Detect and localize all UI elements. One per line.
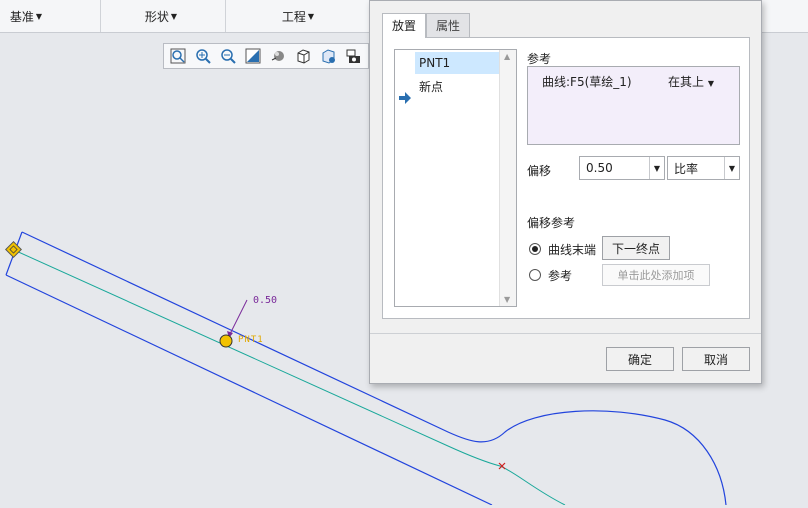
camera-button[interactable] xyxy=(342,46,364,66)
view-manager-button[interactable] xyxy=(317,46,339,66)
repaint-icon xyxy=(245,48,261,64)
placement-panel: PNT1 新点 ▲ ▼ 参考 曲线:F5(草绘_1) 在其上 ▼ 偏移 0.50… xyxy=(382,37,750,319)
saved-orientation-button[interactable] xyxy=(292,46,314,66)
datum-point-pnt1 xyxy=(219,334,233,348)
next-endpoint-button[interactable]: 下一终点 xyxy=(602,236,670,260)
cancel-button[interactable]: 取消 xyxy=(682,347,750,371)
offset-type-select[interactable]: 比率 ▼ xyxy=(667,156,740,180)
zoom-out-button[interactable] xyxy=(217,46,239,66)
reference-constraint[interactable]: 在其上 ▼ xyxy=(668,73,714,90)
ribbon-group-datum[interactable]: 基准 ▼ xyxy=(0,0,52,32)
constraint-value: 在其上 xyxy=(668,75,705,89)
ribbon-group-engineering[interactable]: 工程 ▼ xyxy=(262,0,334,32)
view-manager-icon xyxy=(322,49,335,64)
dimension-text[interactable]: 0.50 xyxy=(253,295,277,306)
offset-type: 比率 xyxy=(674,161,699,176)
reference-item[interactable]: 曲线:F5(草绘_1) xyxy=(542,73,632,90)
dropdown-arrow-icon: ▼ xyxy=(649,157,664,179)
offset-reference-label: 偏移参考 xyxy=(527,216,576,230)
offset-value: 0.50 xyxy=(586,161,613,175)
zoom-out-icon xyxy=(221,49,236,64)
curve-start-marker xyxy=(5,241,22,258)
curve-end-label: 曲线末端 xyxy=(548,243,597,257)
tab-placement[interactable]: 放置 xyxy=(382,13,426,38)
refit-button[interactable] xyxy=(167,46,189,66)
tab-properties[interactable]: 属性 xyxy=(426,13,470,37)
ribbon-group-label: 基准 xyxy=(9,9,34,24)
ribbon-group-shapes[interactable]: 形状 ▼ xyxy=(125,0,197,32)
reference-collector[interactable]: 曲线:F5(草绘_1) 在其上 ▼ xyxy=(527,66,740,145)
point-list[interactable]: PNT1 新点 ▲ ▼ xyxy=(394,49,517,307)
list-item-pnt1[interactable]: PNT1 xyxy=(415,52,501,74)
point-label: PNT1 xyxy=(238,335,264,345)
ribbon-group-label: 工程 xyxy=(281,9,306,24)
display-style-icon xyxy=(271,51,284,61)
zoom-in-icon xyxy=(196,49,211,64)
reference-option-label: 参考 xyxy=(548,269,573,283)
repaint-button[interactable] xyxy=(242,46,264,66)
list-item-new-point[interactable]: 新点 xyxy=(415,76,501,98)
arrow-right-icon xyxy=(399,92,411,104)
scroll-down-icon[interactable]: ▼ xyxy=(504,295,510,304)
radio-curve-end[interactable] xyxy=(529,243,541,255)
dropdown-arrow-icon: ▼ xyxy=(170,11,178,21)
camera-icon xyxy=(346,49,360,63)
dropdown-arrow-icon: ▼ xyxy=(35,11,43,21)
graphics-toolbar xyxy=(163,43,369,69)
scroll-up-icon[interactable]: ▲ xyxy=(504,52,510,61)
add-item-button[interactable]: 单击此处添加项 xyxy=(602,264,710,286)
datum-point-dialog: 放置 属性 PNT1 新点 ▲ ▼ 参考 曲线:F5(草绘_1) 在其上 ▼ 偏… xyxy=(369,0,762,384)
offset-label: 偏移 xyxy=(527,164,552,178)
offset-value-combo[interactable]: 0.50 ▼ xyxy=(579,156,665,180)
reference-label: 参考 xyxy=(527,52,552,66)
dropdown-arrow-icon: ▼ xyxy=(707,79,714,88)
dropdown-arrow-icon: ▼ xyxy=(724,157,739,179)
dropdown-arrow-icon: ▼ xyxy=(307,11,315,21)
dialog-divider xyxy=(370,333,761,334)
dimension-leader xyxy=(228,299,248,337)
ribbon-group-label: 形状 xyxy=(144,9,169,24)
saved-orientation-icon xyxy=(297,49,310,64)
refit-icon xyxy=(170,48,186,64)
ok-button[interactable]: 确定 xyxy=(606,347,674,371)
radio-reference[interactable] xyxy=(529,269,541,281)
zoom-in-button[interactable] xyxy=(192,46,214,66)
display-style-button[interactable] xyxy=(267,46,289,66)
ribbon-separator xyxy=(225,0,226,32)
ribbon-separator xyxy=(100,0,101,32)
list-scrollbar[interactable]: ▲ ▼ xyxy=(499,50,516,306)
